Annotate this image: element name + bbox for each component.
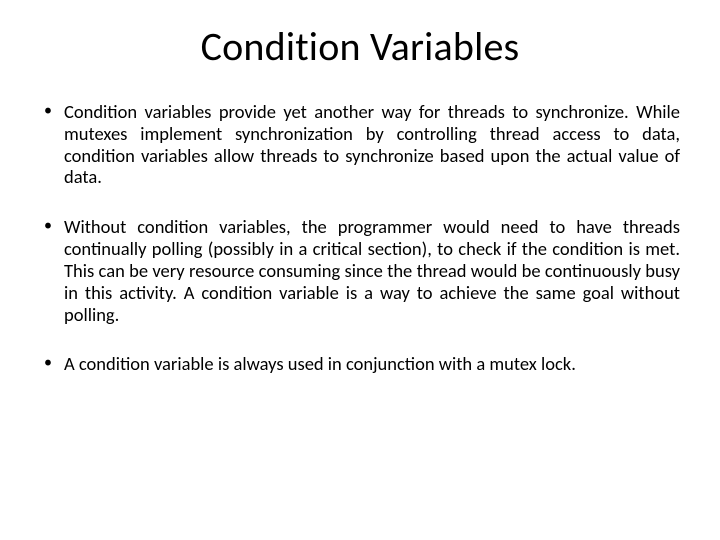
slide-title: Condition Variables	[40, 22, 680, 71]
slide: Condition Variables Condition variables …	[0, 0, 720, 540]
bullet-item: Condition variables provide yet another …	[40, 101, 680, 188]
bullet-item: A condition variable is always used in c…	[40, 353, 680, 375]
bullet-item: Without condition variables, the program…	[40, 216, 680, 325]
slide-body: Condition variables provide yet another …	[40, 101, 680, 375]
